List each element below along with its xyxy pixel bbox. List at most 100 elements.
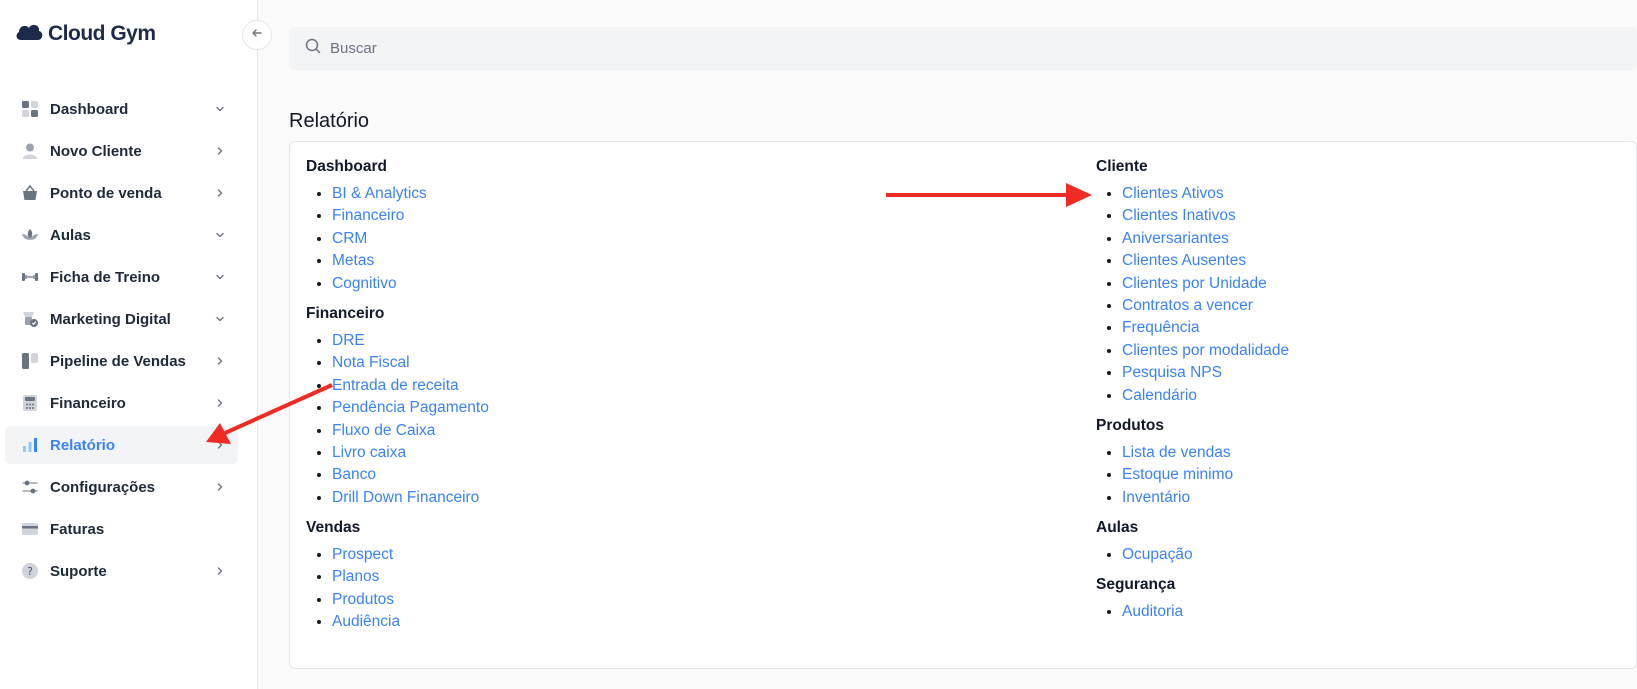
section-title: Segurança: [1096, 576, 1176, 594]
report-link-aniversariantes[interactable]: Aniversariantes: [1122, 230, 1229, 247]
sidebar-item-ponto-de-venda[interactable]: Ponto de venda: [5, 174, 238, 212]
section-title: Cliente: [1096, 158, 1148, 175]
report-link-cognitivo[interactable]: Cognitivo: [332, 275, 397, 292]
section-title: Aulas: [1096, 519, 1139, 537]
report-link-calendario[interactable]: Calendário: [1122, 387, 1197, 404]
grid-icon: [21, 100, 39, 118]
report-link-list: Ocupação: [1096, 546, 1637, 568]
report-link-crm[interactable]: CRM: [332, 230, 367, 247]
report-link-frequencia[interactable]: Frequência: [1122, 319, 1200, 336]
chevron-down-icon: [214, 229, 226, 241]
section-title: Financeiro: [306, 304, 385, 322]
list-item: Pesquisa NPS: [1122, 364, 1637, 386]
chevron-down-icon: [214, 271, 226, 283]
list-item: Clientes Ausentes: [1122, 252, 1637, 274]
chevron-right-icon: [214, 355, 226, 367]
report-link-clientes-por-modalidade[interactable]: Clientes por modalidade: [1122, 342, 1289, 359]
sidebar-item-aulas[interactable]: Aulas: [5, 216, 238, 254]
search-input[interactable]: [330, 40, 930, 57]
sidebar-item-faturas[interactable]: Faturas: [5, 510, 238, 548]
sidebar-item-relatorio[interactable]: Relatório: [5, 426, 238, 464]
report-link-inventario[interactable]: Inventário: [1122, 489, 1190, 506]
chevron-down-icon: [214, 103, 226, 115]
sidebar-item-label: Ponto de venda: [50, 184, 162, 202]
lotus-icon: [21, 226, 39, 244]
report-section-vendas: Vendas Prospect Planos Produtos Audiência: [306, 519, 906, 636]
report-link-clientes-inativos[interactable]: Clientes Inativos: [1122, 207, 1236, 224]
report-link-livro-caixa[interactable]: Livro caixa: [332, 444, 406, 461]
report-link-planos[interactable]: Planos: [332, 568, 379, 585]
list-item: Clientes por Unidade: [1122, 275, 1637, 297]
sidebar-item-label: Faturas: [50, 520, 105, 538]
list-item: Fluxo de Caixa: [332, 422, 906, 444]
report-link-clientes-ativos[interactable]: Clientes Ativos: [1122, 185, 1224, 202]
bar-chart-icon: [21, 436, 39, 454]
report-link-clientes-ausentes[interactable]: Clientes Ausentes: [1122, 252, 1246, 269]
sidebar-item-pipeline-de-vendas[interactable]: Pipeline de Vendas: [5, 342, 238, 380]
page-title: Relatório: [289, 110, 370, 132]
list-item: Contratos a vencer: [1122, 297, 1637, 319]
report-link-dre[interactable]: DRE: [332, 332, 365, 349]
report-link-pendencia-pagamento[interactable]: Pendência Pagamento: [332, 399, 489, 416]
report-link-clientes-por-unidade[interactable]: Clientes por Unidade: [1122, 275, 1267, 292]
report-link-banco[interactable]: Banco: [332, 466, 376, 483]
sidebar-item-label: Novo Cliente: [50, 142, 142, 160]
sidebar-item-label: Relatório: [50, 436, 116, 454]
chevron-down-icon: [214, 313, 226, 325]
list-item: CRM: [332, 230, 906, 252]
report-link-bi-analytics[interactable]: BI & Analytics: [332, 185, 427, 202]
logo[interactable]: Cloud Gym: [14, 20, 156, 47]
chevron-right-icon: [214, 439, 226, 451]
search-bar[interactable]: [289, 27, 1637, 70]
report-link-metas[interactable]: Metas: [332, 252, 374, 269]
report-link-audiencia[interactable]: Audiência: [332, 613, 400, 630]
list-item: Drill Down Financeiro: [332, 489, 906, 511]
report-link-prospect[interactable]: Prospect: [332, 546, 393, 563]
cloud-icon: [14, 20, 44, 47]
sidebar-item-marketing-digital[interactable]: Marketing Digital: [5, 300, 238, 338]
sidebar-nav: Dashboard Novo Cliente Ponto de venda Au…: [5, 90, 238, 594]
report-link-list: Auditoria: [1096, 603, 1637, 625]
dumbbell-icon: [21, 268, 39, 286]
sidebar-item-financeiro[interactable]: Financeiro: [5, 384, 238, 422]
list-item: Aniversariantes: [1122, 230, 1637, 252]
report-link-produtos[interactable]: Produtos: [332, 591, 394, 608]
list-item: Pendência Pagamento: [332, 399, 906, 421]
list-item: Planos: [332, 568, 906, 590]
credit-card-icon: [21, 520, 39, 538]
sidebar-item-configuracoes[interactable]: Configurações: [5, 468, 238, 506]
sidebar-item-label: Financeiro: [50, 394, 126, 412]
svg-text:?: ?: [27, 565, 33, 578]
sidebar-item-label: Aulas: [50, 226, 91, 244]
section-title: Produtos: [1096, 416, 1165, 434]
report-link-fluxo-de-caixa[interactable]: Fluxo de Caixa: [332, 422, 435, 439]
report-link-lista-de-vendas[interactable]: Lista de vendas: [1122, 444, 1231, 461]
report-link-auditoria[interactable]: Auditoria: [1122, 603, 1183, 620]
user-icon: [21, 142, 39, 160]
report-link-pesquisa-nps[interactable]: Pesquisa NPS: [1122, 364, 1222, 381]
list-item: Frequência: [1122, 319, 1637, 341]
report-column-right: Cliente Clientes Ativos Clientes Inativos A…: [1096, 158, 1637, 634]
report-link-financeiro[interactable]: Financeiro: [332, 207, 404, 224]
sidebar-item-label: Marketing Digital: [50, 310, 171, 328]
report-link-drill-down-financeiro[interactable]: Drill Down Financeiro: [332, 489, 479, 506]
collapse-sidebar-button[interactable]: [242, 20, 272, 50]
report-column-left: Dashboard BI & Analytics Financeiro CRM Meta…: [306, 158, 906, 644]
list-item: Clientes por modalidade: [1122, 342, 1637, 364]
report-link-nota-fiscal[interactable]: Nota Fiscal: [332, 354, 410, 371]
chevron-right-icon: [214, 145, 226, 157]
sidebar: Cloud Gym Dashboard Novo Cliente Ponto d…: [0, 0, 258, 689]
report-link-list: Clientes Ativos Clientes Inativos Aniversa…: [1096, 185, 1637, 409]
sidebar-item-label: Suporte: [50, 562, 107, 580]
report-section-dashboard: Dashboard BI & Analytics Financeiro CRM Meta…: [306, 158, 906, 297]
report-link-ocupacao[interactable]: Ocupação: [1122, 546, 1193, 563]
sidebar-item-suporte[interactable]: ? Suporte: [5, 552, 238, 590]
report-link-entrada-de-receita[interactable]: Entrada de receita: [332, 377, 459, 394]
report-link-contratos-a-vencer[interactable]: Contratos a vencer: [1122, 297, 1253, 314]
sidebar-item-novo-cliente[interactable]: Novo Cliente: [5, 132, 238, 170]
sidebar-item-ficha-de-treino[interactable]: Ficha de Treino: [5, 258, 238, 296]
pipeline-icon: [21, 352, 39, 370]
report-link-estoque-minimo[interactable]: Estoque minimo: [1122, 466, 1233, 483]
sidebar-item-dashboard[interactable]: Dashboard: [5, 90, 238, 128]
basket-icon: [21, 184, 39, 202]
